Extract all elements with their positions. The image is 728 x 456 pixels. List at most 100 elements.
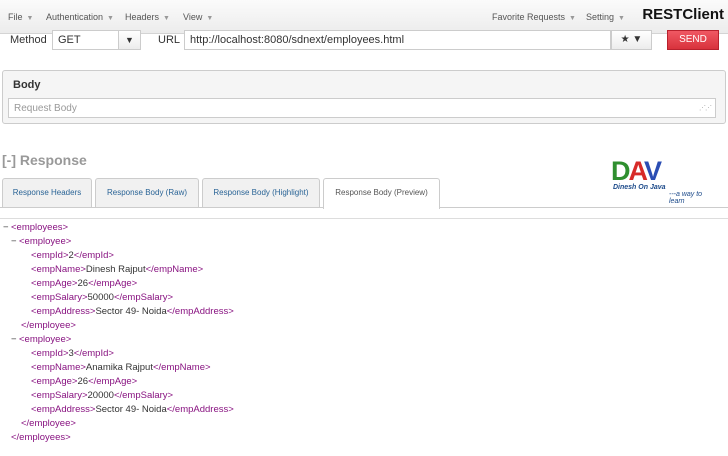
xml-tag: </empName> (145, 264, 204, 275)
tab-response-headers[interactable]: Response Headers (2, 178, 92, 208)
xml-tag: </empId> (73, 348, 114, 359)
xml-tag: </empId> (73, 250, 114, 261)
response-title[interactable]: [-] Response (2, 152, 87, 168)
xml-tag: </empSalary> (113, 390, 174, 401)
collapse-icon[interactable]: − (3, 222, 11, 233)
menu-headers[interactable]: Headers ▼ (125, 12, 170, 22)
caret-down-icon: ▼ (569, 15, 576, 22)
xml-tag: <empSalary> (31, 292, 88, 303)
site-logo: DAV Dinesh On Java ---a way to learn (609, 156, 719, 205)
xml-value: Sector 49- Noida (95, 306, 167, 317)
menu-headers-label: Headers (125, 12, 160, 22)
xml-tag: </empSalary> (113, 292, 174, 303)
xml-tag: <employee> (19, 334, 72, 345)
chevron-down-icon[interactable]: ▼ (118, 31, 140, 49)
url-label: URL (158, 34, 181, 46)
xml-field-empId: <empId>3</empId> (31, 348, 114, 362)
xml-tag: </employee> (21, 418, 76, 429)
caret-down-icon: ▼ (206, 15, 214, 22)
chevron-down-icon: ▼ (632, 34, 643, 45)
xml-tag: </employee> (21, 320, 76, 331)
xml-tag: </empName> (152, 362, 211, 373)
xml-employee-open[interactable]: − <employee> (11, 334, 71, 348)
xml-value: 50000 (87, 292, 114, 303)
collapse-icon[interactable]: − (11, 236, 19, 247)
xml-tag: <empAge> (31, 376, 78, 387)
xml-field-empSalary: <empSalary>50000</empSalary> (31, 292, 173, 306)
body-title: Body (13, 79, 41, 91)
xml-value: Sector 49- Noida (95, 404, 167, 415)
xml-field-empId: <empId>2</empId> (31, 250, 114, 264)
xml-field-empAddress: <empAddress>Sector 49- Noida</empAddress… (31, 404, 234, 418)
menu-file[interactable]: File ▼ (8, 12, 33, 22)
logo-mark: DAV (611, 156, 662, 187)
xml-field-empName: <empName>Anamika Rajput</empName> (31, 362, 211, 376)
star-icon: ★ (620, 34, 630, 45)
xml-value: 20000 (87, 390, 114, 401)
xml-tag: <empId> (31, 250, 69, 261)
xml-field-empName: <empName>Dinesh Rajput</empName> (31, 264, 203, 278)
xml-employee-close: </employee> (21, 418, 76, 432)
request-bar: Method GET ▼ URL ★ ▼ SEND (0, 28, 728, 54)
request-body-input[interactable]: Request Body ⋰⋰ (8, 98, 716, 118)
xml-tag: <employee> (19, 236, 72, 247)
xml-root-open[interactable]: − <employees> (3, 222, 68, 236)
tab-response-body-highlight[interactable]: Response Body (Highlight) (202, 178, 320, 208)
xml-preview: − <employees> − <employee> <empId>2</empId> <… (0, 218, 728, 456)
menu-view[interactable]: View ▼ (183, 12, 213, 22)
menu-setting-label: Setting (586, 12, 615, 22)
xml-tag: </employees> (11, 432, 71, 443)
xml-field-empAge: <empAge>26</empAge> (31, 278, 137, 292)
menu-file-label: File (8, 12, 23, 22)
logo-tagline: Dinesh On Java (613, 184, 666, 191)
xml-field-empSalary: <empSalary>20000</empSalary> (31, 390, 173, 404)
logo-letter-d: D (611, 156, 630, 186)
logo-letter-a: A (628, 156, 646, 186)
body-panel: Body Request Body ⋰⋰ (2, 70, 726, 124)
menu-favorite-requests-label: Favorite Requests (492, 12, 566, 22)
xml-tag: </empAddress> (166, 306, 234, 317)
xml-tag: <empName> (31, 362, 86, 373)
xml-value: Dinesh Rajput (85, 264, 146, 275)
xml-tag: <empAddress> (31, 404, 96, 415)
tab-response-body-raw[interactable]: Response Body (Raw) (95, 178, 199, 208)
caret-down-icon: ▼ (26, 15, 34, 22)
tab-response-body-preview[interactable]: Response Body (Preview) (323, 178, 440, 209)
method-select[interactable]: GET ▼ (52, 30, 141, 50)
menu-setting[interactable]: Setting ▼ (586, 12, 625, 22)
xml-value: Anamika Rajput (85, 362, 153, 373)
caret-down-icon: ▼ (163, 15, 170, 22)
xml-field-empAge: <empAge>26</empAge> (31, 376, 137, 390)
logo-letter-v: V (644, 156, 662, 186)
xml-tag: <empId> (31, 348, 69, 359)
url-input[interactable] (184, 30, 611, 50)
method-label: Method (10, 34, 47, 46)
caret-down-icon: ▼ (618, 15, 625, 22)
logo-slogan: ---a way to learn (669, 191, 703, 205)
collapse-icon[interactable]: − (11, 334, 19, 345)
xml-employee-close: </employee> (21, 320, 76, 334)
xml-tag: <empAge> (31, 278, 78, 289)
xml-tag: <employees> (11, 222, 69, 233)
menu-authentication-label: Authentication (46, 12, 104, 22)
xml-employee-open[interactable]: − <employee> (11, 236, 71, 250)
send-button[interactable]: SEND (667, 30, 719, 50)
xml-tag: </empAge> (88, 376, 138, 387)
menu-view-label: View (183, 12, 203, 22)
xml-field-empAddress: <empAddress>Sector 49- Noida</empAddress… (31, 306, 234, 320)
menu-favorite-requests[interactable]: Favorite Requests ▼ (492, 12, 576, 22)
xml-tag: <empName> (31, 264, 86, 275)
menu-authentication[interactable]: Authentication ▼ (46, 12, 114, 22)
xml-value: 26 (77, 376, 89, 387)
caret-down-icon: ▼ (107, 15, 114, 22)
favorite-button[interactable]: ★ ▼ (611, 30, 652, 50)
method-value: GET (58, 34, 81, 46)
xml-tag: </empAge> (88, 278, 138, 289)
resize-grip-icon[interactable]: ⋰⋰ (699, 104, 712, 112)
app-brand: RESTClient (642, 6, 724, 23)
xml-tag: </empAddress> (166, 404, 234, 415)
xml-tag: <empAddress> (31, 306, 96, 317)
request-body-placeholder: Request Body (14, 103, 77, 114)
xml-root-close: </employees> (11, 432, 71, 446)
xml-tag: <empSalary> (31, 390, 88, 401)
